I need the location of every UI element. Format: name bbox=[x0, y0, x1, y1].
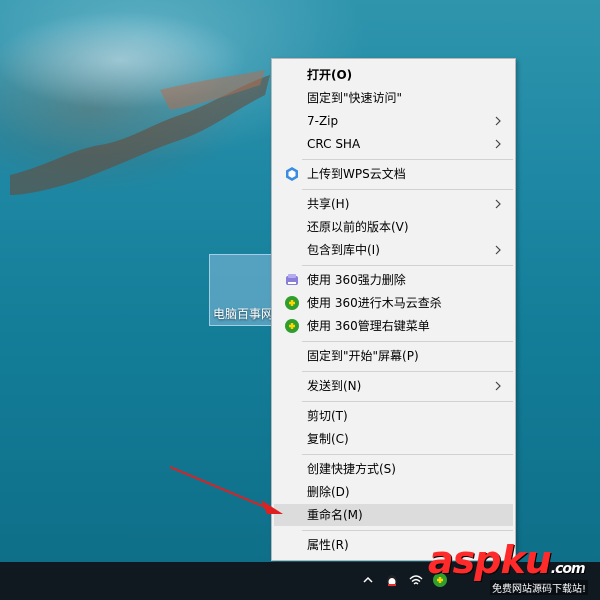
menu-item-7zip[interactable]: 7-Zip bbox=[274, 110, 513, 132]
chevron-right-icon bbox=[495, 139, 501, 149]
menu-item-rename[interactable]: 重命名(M) bbox=[274, 504, 513, 526]
menu-item-label: 包含到库中(I) bbox=[307, 243, 380, 257]
chevron-right-icon bbox=[495, 199, 501, 209]
menu-item-label: 7-Zip bbox=[307, 114, 339, 128]
menu-item-label: 复制(C) bbox=[307, 432, 349, 446]
menu-separator bbox=[302, 454, 513, 455]
menu-item-copy[interactable]: 复制(C) bbox=[274, 428, 513, 450]
menu-item-360-delete[interactable]: 使用 360强力删除 bbox=[274, 269, 513, 291]
watermark-logo: aspku.com bbox=[428, 538, 586, 582]
360-manage-icon bbox=[285, 319, 299, 333]
menu-separator bbox=[302, 371, 513, 372]
menu-item-send-to[interactable]: 发送到(N) bbox=[274, 375, 513, 397]
menu-item-crc-sha[interactable]: CRC SHA bbox=[274, 133, 513, 155]
menu-item-share[interactable]: 共享(H) bbox=[274, 193, 513, 215]
menu-item-label: 打开(O) bbox=[307, 68, 353, 82]
menu-item-cut[interactable]: 剪切(T) bbox=[274, 405, 513, 427]
swimmer-silhouette bbox=[10, 70, 270, 195]
chevron-right-icon bbox=[495, 381, 501, 391]
menu-separator bbox=[302, 530, 513, 531]
menu-separator bbox=[302, 159, 513, 160]
menu-separator bbox=[302, 401, 513, 402]
360-delete-icon bbox=[286, 274, 298, 285]
menu-item-label: 属性(R) bbox=[307, 538, 349, 552]
watermark-subtitle: 免费网站源码下载站! bbox=[490, 580, 589, 595]
menu-item-label: 使用 360进行木马云查杀 bbox=[307, 296, 442, 310]
menu-item-pin-quick-access[interactable]: 固定到"快速访问" bbox=[274, 87, 513, 109]
menu-item-label: 使用 360强力删除 bbox=[307, 273, 406, 287]
menu-separator bbox=[302, 341, 513, 342]
menu-item-label: 还原以前的版本(V) bbox=[307, 220, 409, 234]
menu-item-label: 共享(H) bbox=[307, 197, 350, 211]
menu-item-upload-wps[interactable]: 上传到WPS云文档 bbox=[274, 163, 513, 185]
menu-item-label: 重命名(M) bbox=[307, 508, 363, 522]
360-scan-icon bbox=[285, 296, 299, 310]
chevron-right-icon bbox=[495, 116, 501, 126]
menu-item-label: 上传到WPS云文档 bbox=[307, 167, 406, 181]
menu-item-delete[interactable]: 删除(D) bbox=[274, 481, 513, 503]
menu-item-label: 剪切(T) bbox=[307, 409, 348, 423]
menu-item-label: CRC SHA bbox=[307, 137, 361, 151]
menu-separator bbox=[302, 265, 513, 266]
menu-item-pin-start[interactable]: 固定到"开始"屏幕(P) bbox=[274, 345, 513, 367]
menu-item-restore-versions[interactable]: 还原以前的版本(V) bbox=[274, 216, 513, 238]
menu-item-360-manage[interactable]: 使用 360管理右键菜单 bbox=[274, 315, 513, 337]
desktop-file-label[interactable]: 电脑百事网 bbox=[213, 305, 273, 322]
menu-item-open[interactable]: 打开(O) bbox=[274, 64, 513, 86]
wps-cloud-icon bbox=[286, 167, 298, 181]
menu-item-label: 固定到"开始"屏幕(P) bbox=[307, 349, 419, 363]
menu-item-label: 创建快捷方式(S) bbox=[307, 462, 396, 476]
qq-penguin-icon[interactable] bbox=[384, 572, 400, 588]
menu-item-include-library[interactable]: 包含到库中(I) bbox=[274, 239, 513, 261]
chevron-right-icon bbox=[495, 245, 501, 255]
menu-separator bbox=[302, 189, 513, 190]
chevron-up-icon[interactable] bbox=[360, 572, 376, 588]
menu-item-label: 固定到"快速访问" bbox=[307, 91, 403, 105]
red-arrow-annotation bbox=[169, 466, 283, 514]
menu-item-label: 使用 360管理右键菜单 bbox=[307, 319, 430, 333]
context-menu: 打开(O) 固定到"快速访问" 7-Zip CRC SHA 上传到WPS云文档 … bbox=[271, 58, 516, 561]
menu-item-label: 删除(D) bbox=[307, 485, 350, 499]
menu-item-360-scan[interactable]: 使用 360进行木马云查杀 bbox=[274, 292, 513, 314]
menu-item-label: 发送到(N) bbox=[307, 379, 362, 393]
wifi-icon[interactable] bbox=[408, 572, 424, 588]
menu-item-create-shortcut[interactable]: 创建快捷方式(S) bbox=[274, 458, 513, 480]
